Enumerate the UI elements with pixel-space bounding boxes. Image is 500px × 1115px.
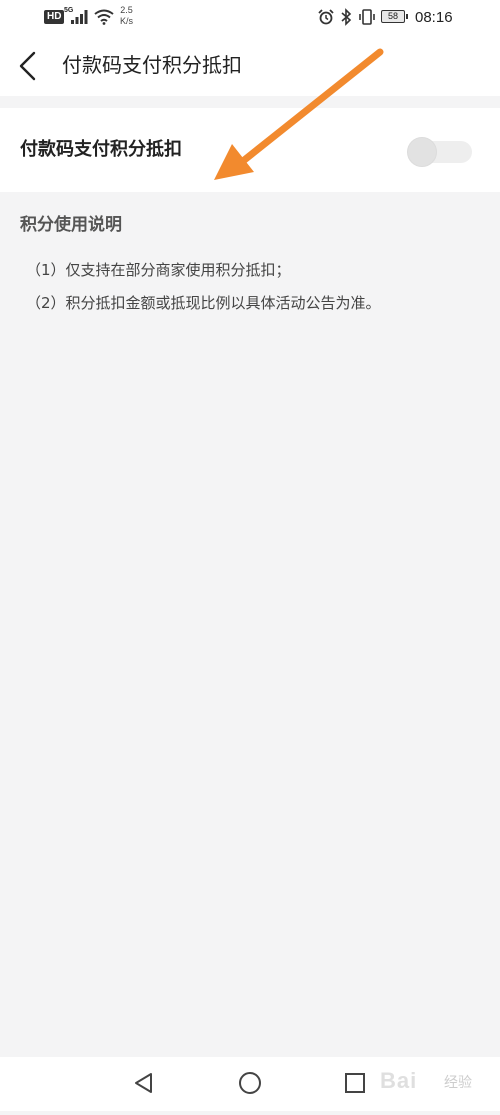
nav-back-button[interactable] xyxy=(117,1057,171,1111)
wifi-icon xyxy=(94,9,114,25)
vibrate-icon xyxy=(359,9,375,25)
chevron-left-icon xyxy=(19,51,36,81)
setting-label: 付款码支付积分抵扣 xyxy=(20,139,182,160)
app-header: 付款码支付积分抵扣 xyxy=(0,36,500,96)
alarm-icon xyxy=(318,9,334,25)
square-recents-icon xyxy=(345,1073,365,1093)
page-title: 付款码支付积分抵扣 xyxy=(62,53,242,77)
usage-note-line: （2）积分抵扣金额或抵现比例以具体活动公告为准。 xyxy=(26,294,381,312)
signal-icon xyxy=(71,10,88,24)
battery-icon: 58 xyxy=(381,10,408,23)
watermark-suffix: 经验 xyxy=(444,1075,472,1091)
hd-indicator: HD xyxy=(44,10,65,24)
nav-home-button[interactable] xyxy=(223,1057,277,1111)
circle-home-icon xyxy=(239,1072,261,1094)
points-deduction-toggle[interactable] xyxy=(407,137,472,167)
back-button[interactable] xyxy=(10,46,46,86)
bluetooth-icon xyxy=(341,8,352,26)
network-speed: 2.5 K/s xyxy=(120,5,134,26)
watermark-brand: Bai xyxy=(380,1068,418,1093)
watermark: Bai 经验 xyxy=(380,1060,500,1108)
clock: 08:16 xyxy=(415,9,453,26)
usage-notes-title: 积分使用说明 xyxy=(20,215,122,235)
triangle-back-icon xyxy=(135,1073,152,1093)
usage-note-line: （1）仅支持在部分商家使用积分抵扣； xyxy=(26,261,291,279)
nav-recents-button[interactable] xyxy=(328,1057,382,1111)
toggle-knob xyxy=(407,137,437,167)
status-bar: HD 5G 2.5 K/s 58 08:16 xyxy=(0,0,500,36)
